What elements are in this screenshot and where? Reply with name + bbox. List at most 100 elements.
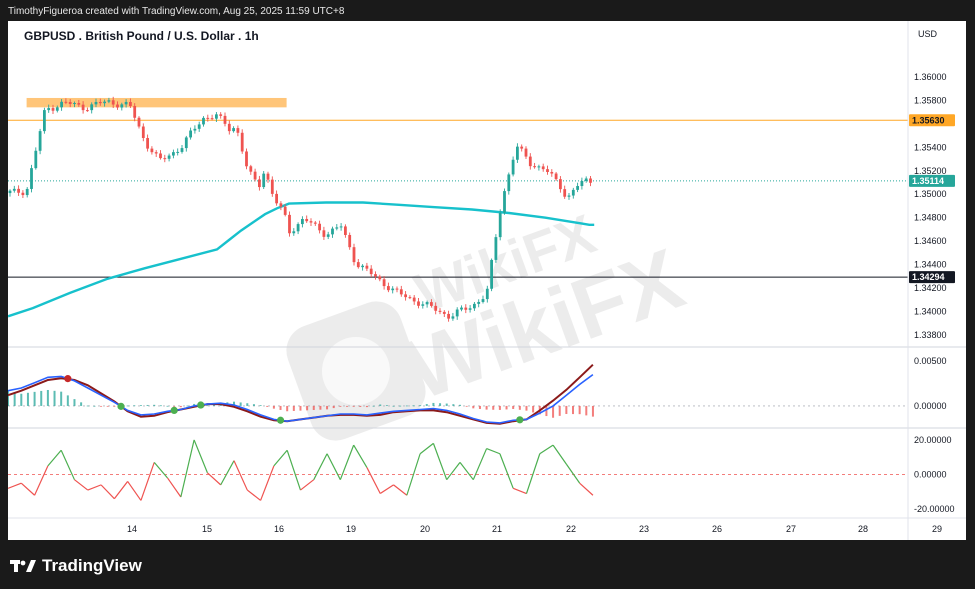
oscillator-segment xyxy=(47,449,62,467)
candle-body xyxy=(223,115,227,124)
candle-body xyxy=(417,301,420,306)
candle-body xyxy=(313,222,317,224)
candle-body xyxy=(34,150,38,169)
candle-body xyxy=(533,166,536,168)
macd-histogram-bar xyxy=(272,405,275,409)
oscillator-segment xyxy=(486,448,501,455)
candle-body xyxy=(326,234,330,237)
candle-body xyxy=(60,101,63,108)
candle-body xyxy=(270,179,274,194)
macd-histogram-bar xyxy=(465,405,468,407)
macd-histogram-bar xyxy=(379,404,382,406)
oscillator-segment xyxy=(512,487,527,495)
macd-histogram-bar xyxy=(266,405,269,407)
price-tick-label: 1.33800 xyxy=(914,330,947,340)
candle-body xyxy=(38,131,42,151)
macd-histogram-bar xyxy=(113,405,116,407)
price-level-value: 1.35114 xyxy=(912,176,944,186)
oscillator-segment xyxy=(579,482,594,496)
candle-body xyxy=(129,101,132,106)
candle-body xyxy=(232,128,235,132)
macd-histogram-bar xyxy=(505,405,508,410)
time-tick-label: 15 xyxy=(202,524,212,534)
candle-body xyxy=(412,297,416,302)
macd-histogram-bar xyxy=(166,405,169,407)
candle-body xyxy=(150,148,154,153)
candle-body xyxy=(442,311,446,314)
candle-body xyxy=(172,152,175,156)
macd-histogram-bar xyxy=(552,405,555,418)
candle-body xyxy=(576,186,579,190)
candle-body xyxy=(249,166,253,172)
candle-body xyxy=(559,179,562,190)
price-tick-label: 1.36000 xyxy=(914,72,947,82)
macd-histogram-bar xyxy=(405,405,408,407)
candle-body xyxy=(528,156,532,167)
candle-body xyxy=(387,286,390,291)
oscillator-segment xyxy=(366,467,381,494)
candle-body xyxy=(180,148,184,152)
candle-body xyxy=(275,193,278,204)
attribution-text: TimothyFigueroa created with TradingView… xyxy=(8,6,345,17)
candle-body xyxy=(288,214,291,234)
oscillator-segment xyxy=(20,482,35,496)
macd-histogram-bar xyxy=(139,405,142,406)
candle-body xyxy=(68,101,72,105)
macd-histogram-bar xyxy=(252,404,255,406)
candle-body xyxy=(202,117,205,125)
candle-body xyxy=(176,151,180,153)
macd-histogram-bar xyxy=(159,405,162,407)
macd-histogram-bar xyxy=(385,405,388,406)
candle-body xyxy=(485,288,489,300)
oscillator-segment xyxy=(286,450,302,491)
candle-body xyxy=(253,171,257,180)
macd-histogram-bar xyxy=(73,399,76,406)
price-tick-label: 1.34200 xyxy=(914,283,947,293)
macd-cross-dot xyxy=(170,406,178,415)
macd-histogram-bar xyxy=(478,405,481,409)
candle-body xyxy=(210,118,214,120)
candle-body xyxy=(219,114,223,116)
macd-cross-dot xyxy=(516,416,524,424)
candle-body xyxy=(395,288,399,290)
macd-histogram-bar xyxy=(60,391,63,406)
candle-body xyxy=(520,146,524,149)
candle-body xyxy=(335,227,339,229)
candle-body xyxy=(421,304,425,306)
candle-body xyxy=(163,158,167,160)
oscillator-segment xyxy=(393,484,408,496)
macd-histogram-bar xyxy=(498,405,501,410)
candle-body xyxy=(348,234,352,248)
macd-histogram-bar xyxy=(332,405,335,409)
candle-body xyxy=(154,152,158,154)
macd-histogram-bar xyxy=(359,405,362,407)
macd-histogram-bar xyxy=(80,402,83,406)
candle-body xyxy=(339,226,343,228)
candle-body xyxy=(490,259,493,289)
candle-body xyxy=(103,101,106,104)
price-tick-label: 1.35400 xyxy=(914,142,947,152)
tradingview-logo-icon xyxy=(10,560,36,572)
macd-histogram-bar xyxy=(306,405,309,411)
macd-histogram-bar xyxy=(33,391,36,406)
oscillator-segment xyxy=(34,465,49,496)
time-tick-label: 19 xyxy=(346,524,356,534)
oscillator-segment xyxy=(193,439,208,473)
candle-body xyxy=(81,104,85,111)
oscillator-segment xyxy=(180,439,195,498)
brand-name: TradingView xyxy=(42,556,142,575)
macd-histogram-bar xyxy=(100,405,103,407)
candle-body xyxy=(133,105,137,118)
chart-area: WikiFX WikiFX GBPUSD . British Pound / U… xyxy=(7,21,966,540)
candle-body xyxy=(511,159,515,175)
macd-histogram-bar xyxy=(246,403,249,406)
macd-histogram-bar xyxy=(299,405,302,411)
candle-body xyxy=(391,288,395,291)
macd-histogram-bar xyxy=(26,392,29,406)
macd-histogram-bar xyxy=(179,405,182,408)
candle-body xyxy=(356,262,360,268)
candle-body xyxy=(425,302,429,305)
candle-body xyxy=(266,173,270,180)
candle-body xyxy=(8,190,12,194)
candle-body xyxy=(17,188,20,193)
